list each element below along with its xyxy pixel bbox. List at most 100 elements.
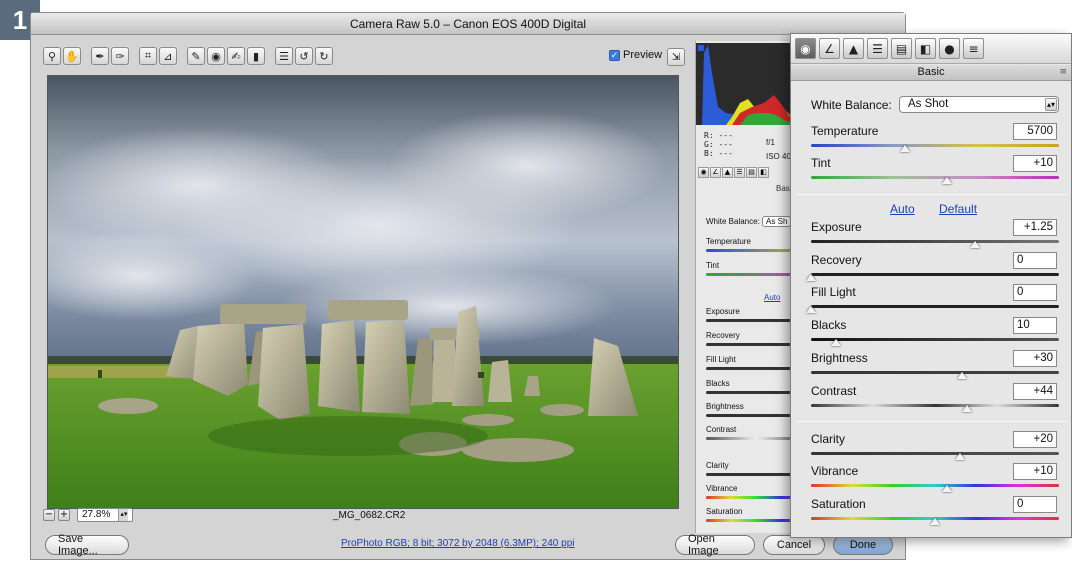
exposure-slider-thumb[interactable] — [969, 241, 980, 248]
basic-tab-icon[interactable]: ◉ — [795, 38, 816, 59]
select-arrows-icon: ▴▾ — [118, 509, 129, 521]
straighten-tool-icon[interactable]: ⊿ — [159, 47, 177, 65]
rgb-readout: R: --- G: --- B: --- — [704, 131, 733, 158]
image-preview[interactable] — [47, 75, 679, 509]
fullscreen-toggle-icon[interactable]: ⇲ — [667, 48, 685, 66]
docked-clarity-label: Clarity — [706, 461, 729, 470]
basic-tab-icon[interactable]: ◉ — [698, 167, 709, 178]
workflow-options-link[interactable]: ProPhoto RGB; 8 bit; 3072 by 2048 (6.3MP… — [341, 538, 574, 549]
white-balance-tool-icon[interactable]: ✒ — [91, 47, 109, 65]
window-title: Camera Raw 5.0 – Canon EOS 400D Digital — [31, 13, 905, 35]
temperature-label: Temperature — [811, 124, 879, 138]
clarity-value-field[interactable]: +20 — [1013, 431, 1057, 448]
zoom-in-icon[interactable]: + — [58, 509, 70, 521]
tone-curve-tab-icon[interactable]: ∠ — [710, 167, 721, 178]
status-bar: − + 27.8% ▴▾ _MG_0682.CR2 — [43, 505, 683, 525]
recovery-value-field[interactable]: 0 — [1013, 252, 1057, 269]
rotate-right-icon[interactable]: ↻ — [315, 47, 333, 65]
save-image-button[interactable]: Save Image... — [45, 533, 129, 557]
lens-corrections-tab-icon[interactable]: ◧ — [915, 38, 936, 59]
vibrance-slider[interactable] — [811, 484, 1059, 487]
contrast-slider-thumb[interactable] — [962, 405, 973, 412]
docked-heading: Bas — [776, 184, 790, 193]
saturation-label: Saturation — [811, 497, 866, 511]
default-link[interactable]: Default — [939, 202, 977, 216]
shadow-clip-icon — [698, 45, 704, 51]
blacks-slider[interactable] — [811, 338, 1059, 341]
zoom-tool-icon[interactable]: ⚲ — [43, 47, 61, 65]
split-toning-tab-icon[interactable]: ▤ — [746, 167, 757, 178]
clarity-slider-thumb[interactable] — [954, 453, 965, 460]
tone-curve-tab-icon[interactable]: ∠ — [819, 38, 840, 59]
fill-light-slider-thumb[interactable] — [806, 306, 816, 313]
preview-checkbox[interactable]: ✓ Preview — [609, 49, 662, 61]
basic-panel-zoomed: ◉ ∠ ▲ ☰ ▤ ◧ ● ≡ Basic ≡ White Balance: A… — [790, 33, 1072, 538]
tint-value-field[interactable]: +10 — [1013, 155, 1057, 172]
presets-tab-icon[interactable]: ≡ — [963, 38, 984, 59]
blacks-value-field[interactable]: 10 — [1013, 317, 1057, 334]
exposure-slider[interactable] — [811, 240, 1059, 243]
zoom-level-select[interactable]: 27.8% ▴▾ — [77, 508, 134, 522]
docked-exposure-label: Exposure — [706, 307, 740, 316]
docked-tabs: ◉ ∠ ▲ ☰ ▤ ◧ — [698, 167, 769, 178]
fill-light-value-field[interactable]: 0 — [1013, 284, 1057, 301]
saturation-value-field[interactable]: 0 — [1013, 496, 1057, 513]
clarity-slider[interactable] — [811, 452, 1059, 455]
hsl-tab-icon[interactable]: ☰ — [734, 167, 745, 178]
blacks-slider-thumb[interactable] — [830, 339, 841, 346]
temperature-slider-thumb[interactable] — [900, 145, 911, 152]
rotate-left-icon[interactable]: ↺ — [295, 47, 313, 65]
brightness-slider-thumb[interactable] — [957, 372, 968, 379]
auto-link[interactable]: Auto — [890, 202, 915, 216]
retouch-tool-icon[interactable]: ✎ — [187, 47, 205, 65]
split-toning-tab-icon[interactable]: ▤ — [891, 38, 912, 59]
temperature-value-field[interactable]: 5700 — [1013, 123, 1057, 140]
detail-tab-icon[interactable]: ▲ — [722, 167, 733, 178]
docked-saturation-label: Saturation — [706, 507, 743, 516]
crop-tool-icon[interactable]: ⌗ — [139, 47, 157, 65]
docked-auto-link[interactable]: Auto — [764, 293, 780, 302]
done-button[interactable]: Done — [833, 535, 893, 555]
adjustment-brush-icon[interactable]: ✍ — [227, 47, 245, 65]
color-sampler-icon[interactable]: ✑ — [111, 47, 129, 65]
hand-tool-icon[interactable]: ✋ — [63, 47, 81, 65]
recovery-slider-thumb[interactable] — [806, 274, 816, 281]
camera-calibration-tab-icon[interactable]: ● — [939, 38, 960, 59]
lens-tab-icon[interactable]: ◧ — [758, 167, 769, 178]
open-image-button[interactable]: Open Image — [675, 533, 755, 557]
graduated-filter-icon[interactable]: ▮ — [247, 47, 265, 65]
docked-panel: R: --- G: --- B: --- f/1 ISO 40 ◉ ∠ ▲ ☰ ▤ ◧… — [695, 41, 805, 533]
contrast-slider[interactable] — [811, 404, 1059, 407]
red-eye-tool-icon[interactable]: ◉ — [207, 47, 225, 65]
vibrance-value-field[interactable]: +10 — [1013, 463, 1057, 480]
zoom-out-icon[interactable]: − — [43, 509, 55, 521]
saturation-slider-thumb[interactable] — [930, 518, 940, 525]
tint-slider-thumb[interactable] — [942, 177, 953, 184]
tint-slider[interactable] — [811, 176, 1059, 179]
contrast-value-field[interactable]: +44 — [1013, 383, 1057, 400]
vibrance-slider-thumb[interactable] — [942, 485, 953, 492]
detail-tab-icon[interactable]: ▲ — [843, 38, 864, 59]
brightness-slider[interactable] — [811, 371, 1059, 374]
fill-light-slider[interactable] — [811, 305, 1059, 308]
docked-temperature-label: Temperature — [706, 237, 751, 246]
preview-label: Preview — [623, 49, 663, 61]
white-balance-select[interactable]: As Shot ▴▾ — [899, 96, 1059, 113]
exposure-value-field[interactable]: +1.25 — [1013, 219, 1057, 236]
cancel-button[interactable]: Cancel — [763, 535, 825, 555]
recovery-slider[interactable] — [811, 273, 1059, 276]
temperature-slider[interactable] — [811, 144, 1059, 147]
stonehenge-photo — [48, 76, 678, 508]
checkmark-icon: ✓ — [609, 49, 620, 61]
brightness-value-field[interactable]: +30 — [1013, 350, 1057, 367]
zoom-value: 27.8% — [82, 509, 111, 520]
preferences-icon[interactable]: ☰ — [275, 47, 293, 65]
docked-brightness-label: Brightness — [706, 402, 744, 411]
hsl-tab-icon[interactable]: ☰ — [867, 38, 888, 59]
histogram — [696, 43, 805, 125]
docked-blacks-label: Blacks — [706, 379, 730, 388]
brightness-label: Brightness — [811, 351, 868, 365]
camera-raw-window: Camera Raw 5.0 – Canon EOS 400D Digital … — [30, 12, 906, 560]
panel-menu-icon[interactable]: ≡ — [1059, 65, 1067, 80]
docked-wb-select[interactable]: As Sh — [762, 216, 792, 227]
